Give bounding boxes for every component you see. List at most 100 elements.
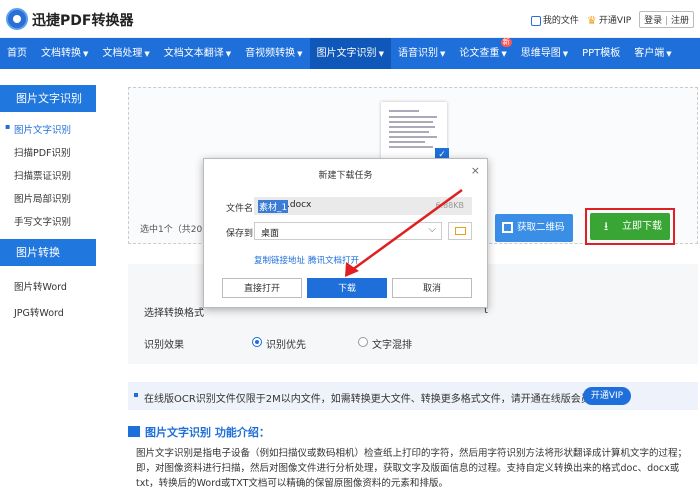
nav-home[interactable]: 首页 <box>0 38 34 69</box>
file-size: 6.88KB <box>435 201 464 210</box>
caret-down-icon: ▼ <box>297 50 303 58</box>
sidebar-list-ocr: 图片文字识别 扫描PDF识别 扫描票证识别 图片局部识别 手写文字识别 <box>0 112 96 239</box>
effect-option-accuracy[interactable]: 识别优先 <box>266 336 306 351</box>
chevron-down-icon: ⌵ <box>428 224 436 235</box>
sidebar-item-jpg-to-word[interactable]: JPG转Word <box>0 301 96 324</box>
intro-line: txt，转换后的Word或TXT文档可以精确的保留原图像资料的元素和排版。 <box>136 478 448 489</box>
nav-label: 文档文本翻译 <box>163 48 224 59</box>
effect-radio-mixed[interactable] <box>358 337 368 347</box>
separator: | <box>665 16 669 26</box>
brand-logo-icon[interactable] <box>6 8 28 30</box>
open-directly-button[interactable]: 直接打开 <box>222 278 302 298</box>
nav-label: 图片文字识别 <box>316 48 377 59</box>
nav-plagiarism[interactable]: 论文查重 ▼ 新 <box>452 38 513 69</box>
sidebar-heading-ocr: 图片文字识别 <box>0 85 96 112</box>
caret-down-icon: ▼ <box>562 50 569 58</box>
file-icon <box>530 15 541 26</box>
filename-input[interactable]: 素材_1 .docx 6.88KB <box>254 197 472 215</box>
sidebar-item-handwriting[interactable]: 手写文字识别 <box>0 210 96 233</box>
download-task-dialog: 新建下载任务 × 文件名 素材_1 .docx 6.88KB 保存到 桌面 ⌵ … <box>203 158 488 308</box>
effect-option-mixed[interactable]: 文字混排 <box>372 336 412 351</box>
sidebar: 图片文字识别 图片文字识别 扫描PDF识别 扫描票证识别 图片局部识别 手写文字… <box>0 85 96 330</box>
brand-name[interactable]: 迅捷PDF转换器 <box>32 10 133 30</box>
nav-label: 文档处理 <box>102 48 143 59</box>
document-thumbnail[interactable]: ✓ <box>381 102 449 162</box>
nav-mindmap[interactable]: 思维导图 ▼ <box>514 38 575 69</box>
intro-line: 图片文字识别是指电子设备（例如扫描仪或数码相机）检查纸上打印的字符，然后用字符识… <box>136 448 688 459</box>
nav-speech[interactable]: 语音识别 ▼ <box>391 38 452 69</box>
nav-label: 论文查重 <box>459 48 500 59</box>
book-icon <box>128 426 140 437</box>
effect-radio-accuracy[interactable] <box>252 337 262 347</box>
cancel-button[interactable]: 取消 <box>392 278 472 298</box>
caret-down-icon: ▼ <box>439 50 446 58</box>
browse-folder-button[interactable] <box>448 222 472 240</box>
download-button[interactable]: 下载 <box>307 278 387 298</box>
download-button-label: 立即下载 <box>622 221 662 232</box>
filename-selected-text: 素材_1 <box>258 200 289 213</box>
login-label[interactable]: 登录 <box>644 16 662 26</box>
caret-down-icon: ▼ <box>378 50 384 58</box>
register-label[interactable]: 注册 <box>671 16 689 26</box>
sidebar-heading-image-convert: 图片转换 <box>0 239 96 266</box>
download-icon: ⭳ <box>604 219 609 233</box>
saveto-select[interactable]: 桌面 ⌵ <box>254 222 442 240</box>
nav-label: 客户端 <box>634 48 665 59</box>
selection-info: 选中1个（共20.0 <box>140 225 211 235</box>
saveto-value: 桌面 <box>261 229 280 239</box>
nav-label: PPT模板 <box>582 48 621 59</box>
top-right-links: 我的文件 ♛ 开通VIP 登录 | 注册 <box>530 11 694 28</box>
caret-down-icon: ▼ <box>666 50 672 58</box>
sidebar-item-image-ocr[interactable]: 图片文字识别 <box>0 118 96 141</box>
intro-line: 即，对图像资料进行扫描，然后对图像文件进行分析处理，获取文字及版面信息的过程。支… <box>136 463 680 474</box>
open-in-tencent-docs[interactable]: 腾讯文档打开 <box>308 254 359 266</box>
vip-link[interactable]: ♛ 开通VIP <box>586 13 632 27</box>
nav-label: 音视频转换 <box>245 48 296 59</box>
nav-translate[interactable]: 文档文本翻译 ▼ <box>157 38 238 69</box>
filename-label: 文件名 <box>226 204 254 214</box>
crown-icon: ♛ <box>586 13 597 27</box>
nav-image-ocr[interactable]: 图片文字识别 ▼ <box>309 38 391 69</box>
copy-link-address[interactable]: 复制链接地址 <box>254 254 305 266</box>
intro-title: 图片文字识别 功能介绍： <box>128 424 270 440</box>
vip-label: 开通VIP <box>598 16 632 26</box>
nav-doc-process[interactable]: 文档处理 ▼ <box>95 38 156 69</box>
sidebar-item-scan-pdf[interactable]: 扫描PDF识别 <box>0 141 96 164</box>
login-register-button[interactable]: 登录 | 注册 <box>639 11 694 28</box>
nav-av-convert[interactable]: 音视频转换 ▼ <box>238 38 309 69</box>
intro-body: 图片文字识别是指电子设备（例如扫描仪或数码相机）检查纸上打印的字符，然后用字符识… <box>136 446 696 491</box>
nav-label: 语音识别 <box>397 48 438 59</box>
nav-label: 首页 <box>7 48 27 59</box>
sidebar-list-image-convert: 图片转Word JPG转Word <box>0 266 96 330</box>
nav-ppt[interactable]: PPT模板 <box>575 38 627 69</box>
filename-extension: .docx <box>287 200 312 210</box>
main-nav: 首页 文档转换 ▼ 文档处理 ▼ 文档文本翻译 ▼ 音视频转换 ▼ 图片文字识别 ▼ 语音… <box>0 38 700 69</box>
sidebar-item-scan-ticket[interactable]: 扫描票证识别 <box>0 164 96 187</box>
folder-icon <box>455 227 466 235</box>
open-vip-button[interactable]: 开通VIP <box>583 387 631 405</box>
nav-label: 思维导图 <box>520 48 561 59</box>
caret-down-icon: ▼ <box>144 50 150 58</box>
intro-title-text: 图片文字识别 功能介绍： <box>145 426 270 439</box>
close-icon[interactable]: × <box>471 164 480 177</box>
notice-text: 在线版OCR识别文件仅限于2M以内文件，如需转换更大文件、转换更多格式文件，请开… <box>144 394 601 405</box>
notice-bar: 在线版OCR识别文件仅限于2M以内文件，如需转换更大文件、转换更多格式文件，请开… <box>128 382 698 410</box>
my-files-label: 我的文件 <box>542 16 579 26</box>
caret-down-icon: ▼ <box>225 50 232 58</box>
caret-down-icon: ▼ <box>83 50 89 58</box>
get-qr-code-button[interactable]: 获取二维码 <box>495 214 573 242</box>
nav-label: 文档转换 <box>41 48 81 59</box>
qr-button-label: 获取二维码 <box>517 222 565 233</box>
top-bar: 迅捷PDF转换器 我的文件 ♛ 开通VIP 登录 | 注册 <box>0 0 700 38</box>
new-badge: 新 <box>500 38 512 47</box>
effect-label: 识别效果 <box>144 340 184 351</box>
dialog-title: 新建下载任务 <box>318 171 373 181</box>
sidebar-item-partial-ocr[interactable]: 图片局部识别 <box>0 187 96 210</box>
sidebar-item-image-to-word[interactable]: 图片转Word <box>0 275 96 298</box>
bullet-icon <box>134 393 138 397</box>
download-now-button[interactable]: ⭳ 立即下载 <box>590 213 670 240</box>
my-files-link[interactable]: 我的文件 <box>530 13 579 26</box>
nav-client[interactable]: 客户端 ▼ <box>627 38 678 69</box>
nav-doc-convert[interactable]: 文档转换 ▼ <box>34 38 95 69</box>
caret-down-icon: ▼ <box>501 50 507 58</box>
